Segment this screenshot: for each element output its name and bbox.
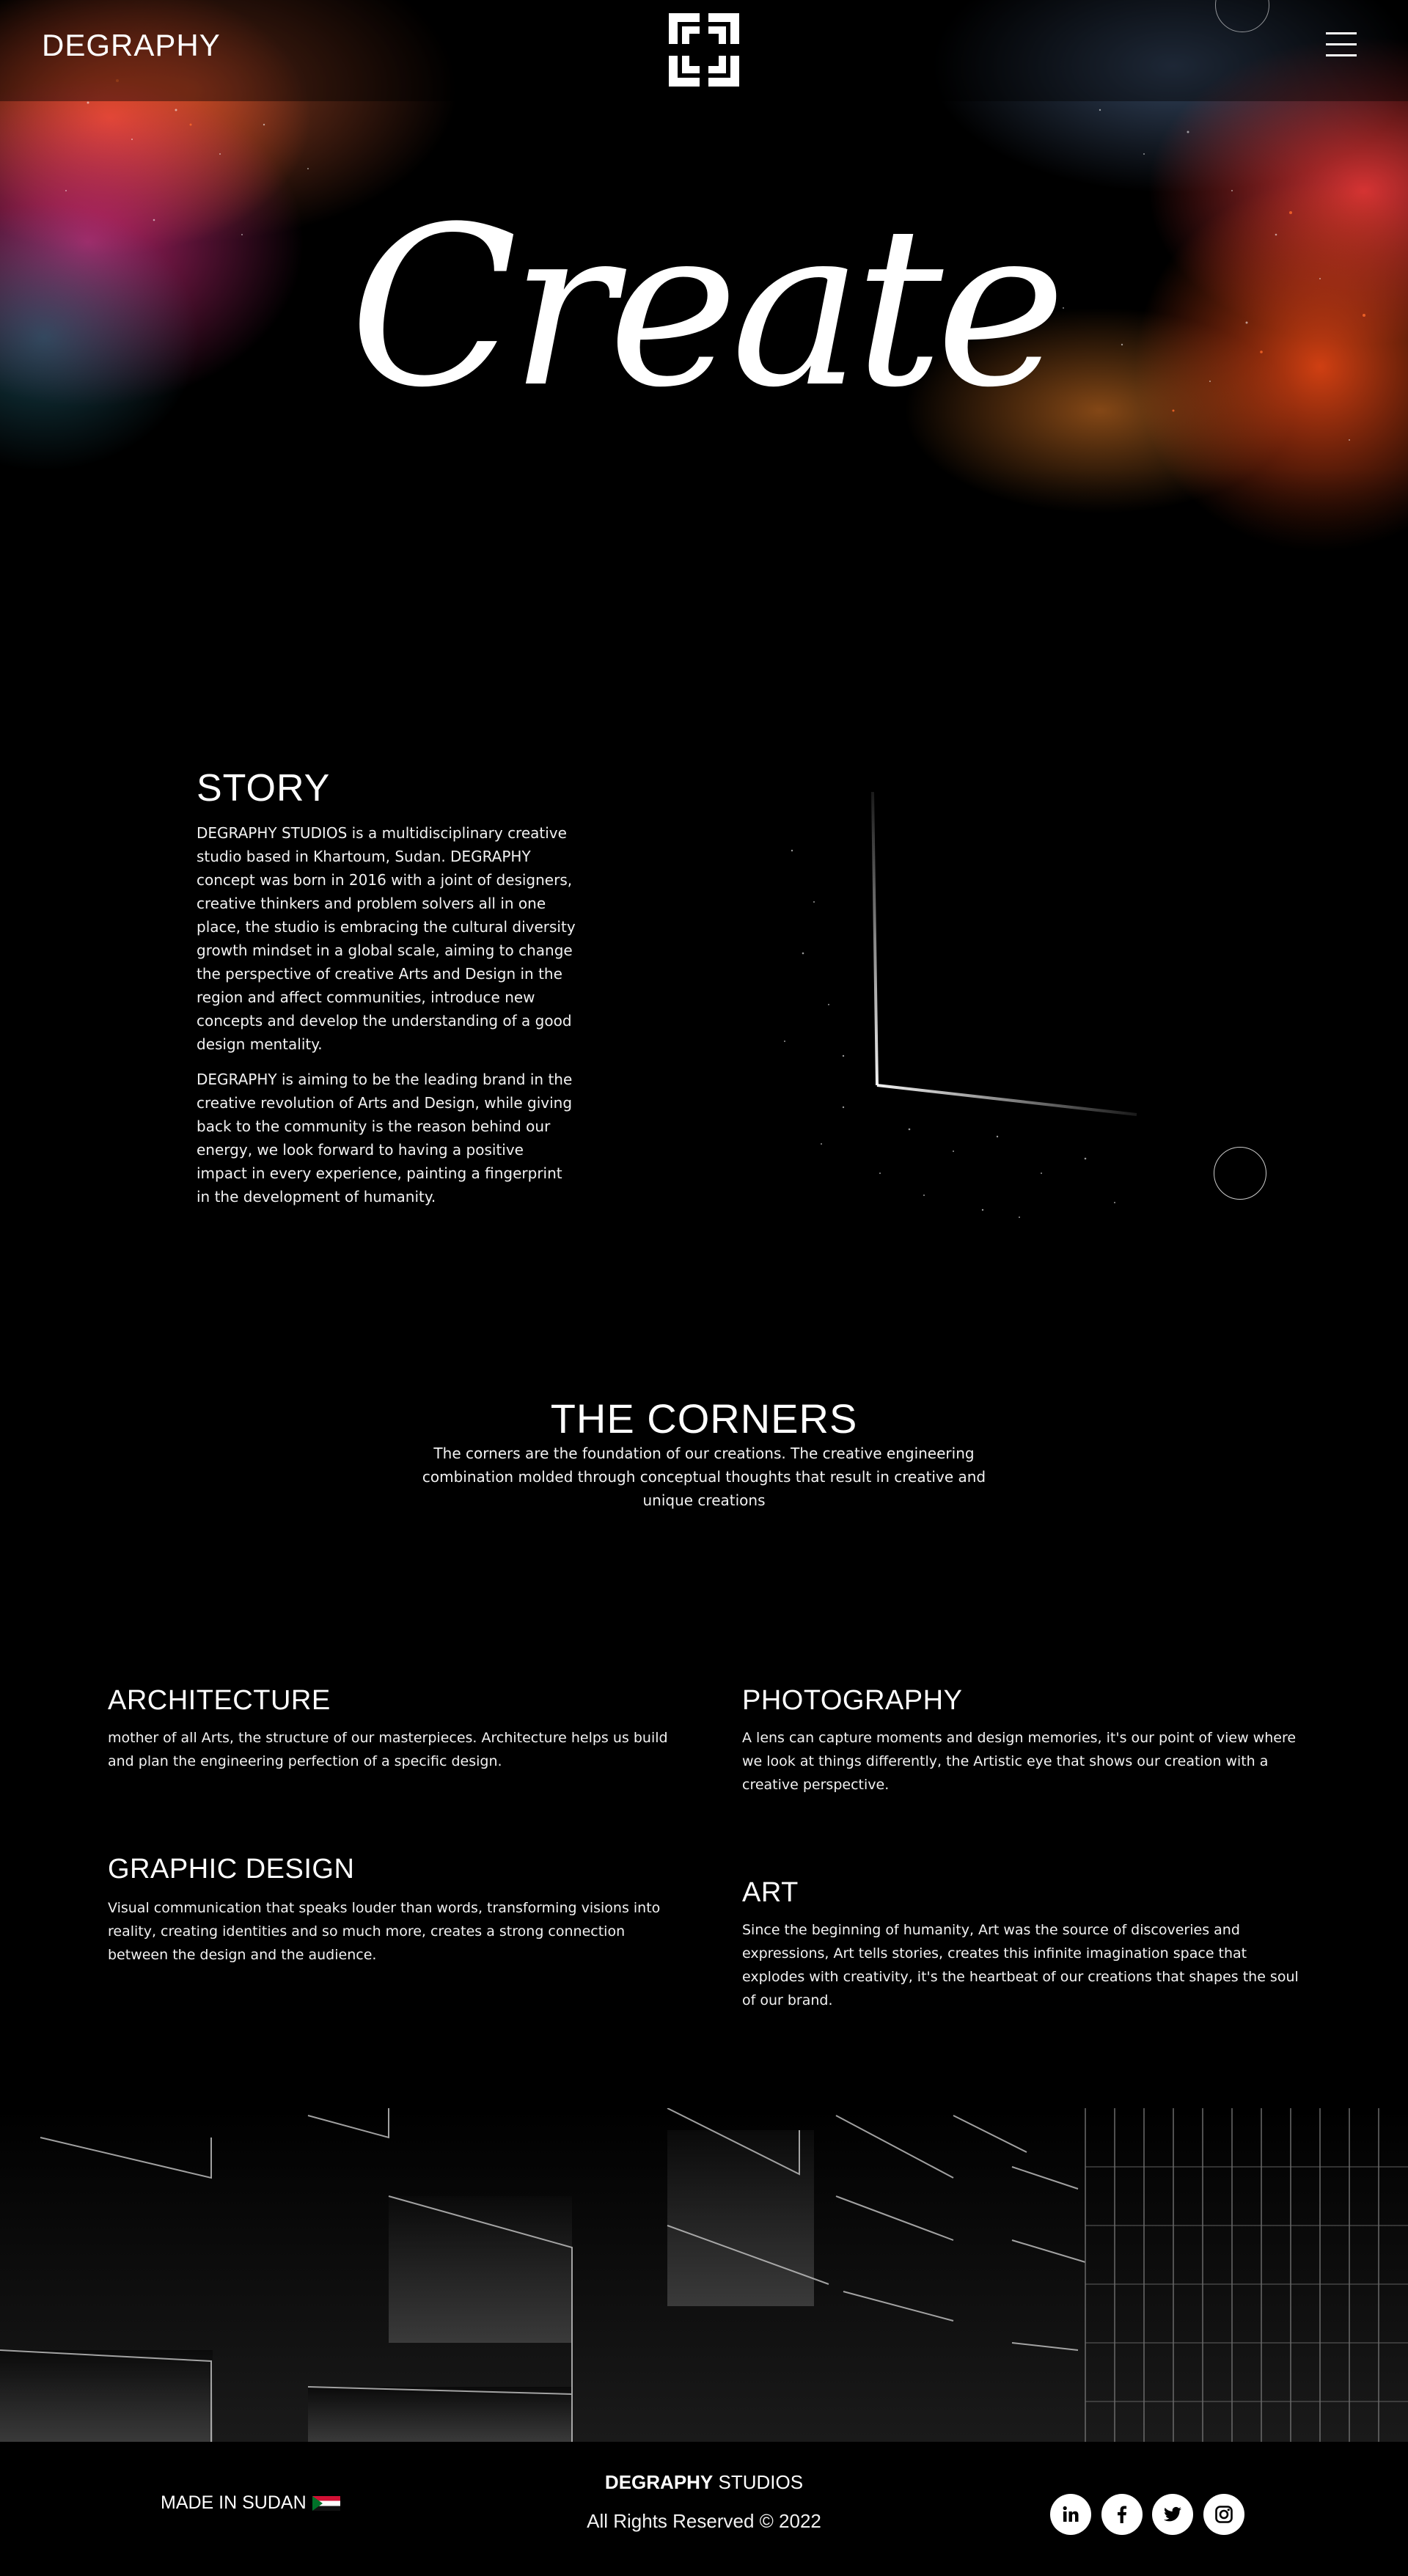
glowing-corner-image: [784, 791, 1137, 1218]
hero-headline: Create: [349, 180, 1066, 436]
footer-brand: DEGRAPHY STUDIOS: [0, 2471, 1408, 2494]
photography-title: PHOTOGRAPHY: [742, 1685, 963, 1716]
hamburger-menu-icon[interactable]: [1326, 32, 1357, 57]
story-title: STORY: [197, 767, 331, 810]
architecture-description: mother of all Arts, the structure of our…: [108, 1730, 668, 1769]
facebook-icon[interactable]: [1101, 2494, 1143, 2535]
copyright-text: All Rights Reserved © 2022: [587, 2510, 821, 2532]
architecture-title: ARCHITECTURE: [108, 1685, 331, 1716]
story-paragraph-1: DEGRAPHY STUDIOS is a multidisciplinary …: [197, 824, 576, 1053]
linkedin-icon[interactable]: [1050, 2494, 1091, 2535]
corner-brackets-logo-icon[interactable]: [667, 12, 741, 88]
corners-title: THE CORNERS: [550, 1395, 858, 1442]
graphic-design-title: GRAPHIC DESIGN: [108, 1854, 355, 1885]
twitter-icon[interactable]: [1152, 2494, 1193, 2535]
graphic-design-description: Visual communication that speaks louder …: [108, 1900, 661, 1963]
sudan-flag-icon: [312, 2495, 340, 2511]
art-description: Since the beginning of humanity, Art was…: [742, 1922, 1299, 2008]
instagram-icon[interactable]: [1203, 2494, 1244, 2535]
footer-brand-rest: STUDIOS: [713, 2471, 804, 2493]
footer-brand-bold: DEGRAPHY: [604, 2471, 714, 2493]
decorative-circle: [1214, 1147, 1266, 1200]
corners-description: The corners are the foundation of our cr…: [422, 1445, 986, 1509]
story-paragraph-2: DEGRAPHY is aiming to be the leading bra…: [197, 1071, 573, 1206]
art-title: ART: [742, 1877, 799, 1908]
photography-description: A lens can capture moments and design me…: [742, 1730, 1297, 1793]
brand-logo-text[interactable]: DEGRAPHY: [42, 28, 221, 63]
architecture-facade-image: [0, 2108, 1408, 2442]
